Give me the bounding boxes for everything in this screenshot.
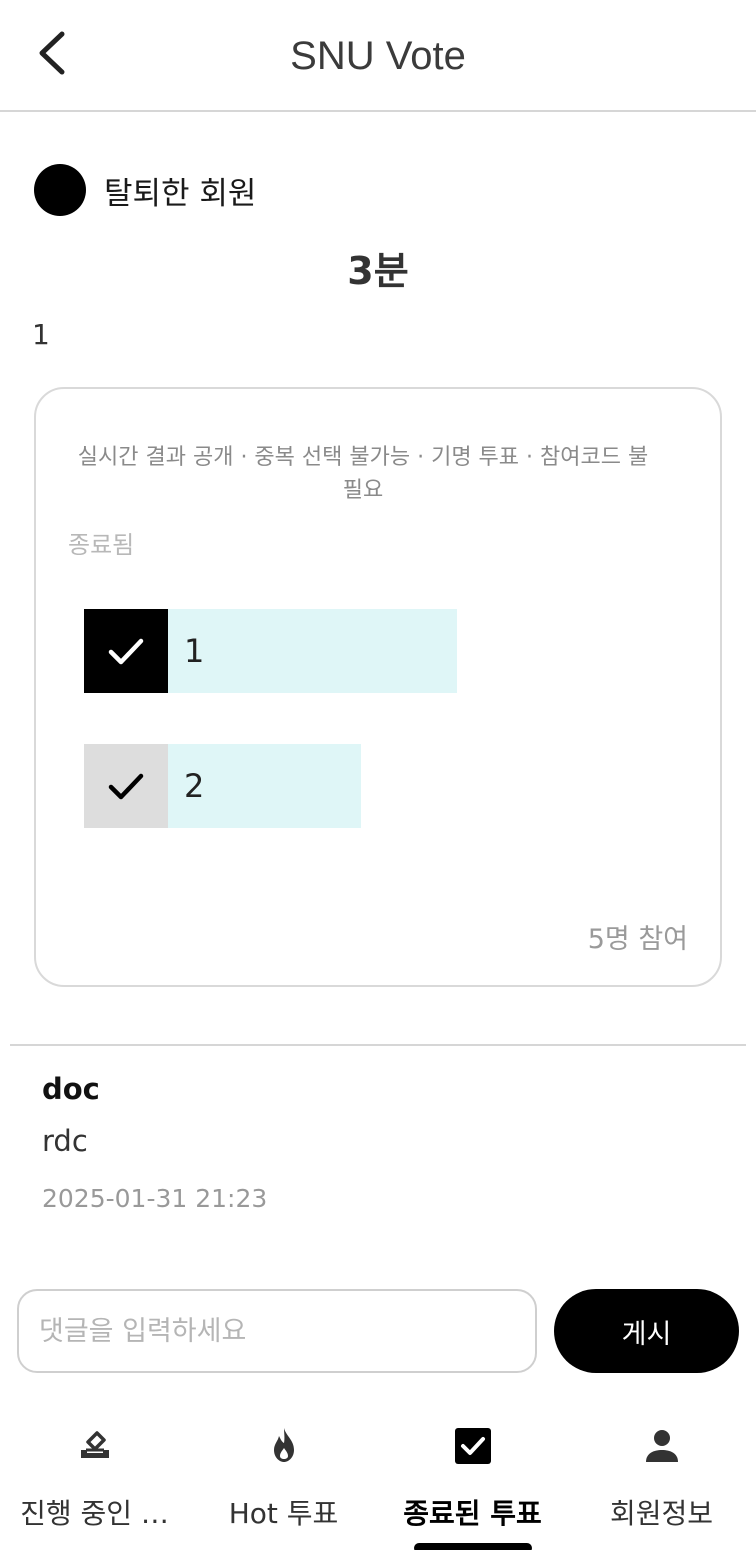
option-check bbox=[84, 609, 168, 693]
comment-text: rdc bbox=[42, 1124, 88, 1158]
poll-title: 3분 bbox=[347, 249, 409, 293]
poll-author: 탈퇴한 회원 bbox=[34, 164, 256, 216]
top-app-bar: SNU Vote bbox=[0, 0, 756, 112]
option-check bbox=[84, 744, 168, 828]
tab-member-info[interactable]: 회원정보 bbox=[567, 1400, 756, 1550]
option-result-bar: 1 bbox=[168, 609, 457, 693]
tab-label: 종료된 투표 bbox=[403, 1497, 542, 1530]
comment-author: doc bbox=[42, 1072, 100, 1106]
tab-label: 회원정보 bbox=[609, 1497, 714, 1530]
ballot-box-icon bbox=[80, 1431, 109, 1458]
comment-input[interactable] bbox=[17, 1289, 537, 1373]
comment-item: doc rdc 2025-01-31 21:23 bbox=[42, 1072, 267, 1213]
app-title: SNU Vote bbox=[290, 34, 466, 78]
tab-label: Hot 투표 bbox=[228, 1497, 339, 1530]
divider bbox=[10, 1044, 746, 1046]
poll-option[interactable]: 1 bbox=[84, 609, 457, 693]
option-label: 2 bbox=[184, 767, 205, 805]
tab-hot-polls[interactable]: Hot 투표 bbox=[189, 1400, 378, 1550]
person-icon bbox=[645, 1430, 678, 1462]
participant-count: 5명 참여 bbox=[587, 924, 688, 955]
option-label: 1 bbox=[184, 632, 205, 670]
flame-icon bbox=[273, 1428, 294, 1462]
bottom-tab-bar: 진행 중인 … Hot 투표 종료된 투표 회원정보 bbox=[0, 1400, 756, 1550]
poll-status: 종료됨 bbox=[68, 531, 135, 559]
author-name: 탈퇴한 회원 bbox=[104, 175, 257, 212]
check-icon bbox=[108, 638, 144, 665]
home-indicator bbox=[414, 1543, 532, 1550]
check-icon bbox=[108, 773, 144, 800]
tab-label: 진행 중인 … bbox=[20, 1497, 169, 1530]
poll-description: 1 bbox=[32, 318, 50, 351]
option-result-bar: 2 bbox=[168, 744, 361, 828]
comment-timestamp: 2025-01-31 21:23 bbox=[42, 1184, 268, 1213]
post-comment-button[interactable]: 게시 bbox=[554, 1289, 739, 1373]
poll-option[interactable]: 2 bbox=[84, 744, 361, 828]
checkbox-icon bbox=[454, 1428, 491, 1464]
poll-card: 실시간 결과 공개 · 중복 선택 불가능 · 기명 투표 · 참여코드 불필요… bbox=[34, 387, 722, 987]
tab-ended-polls[interactable]: 종료된 투표 bbox=[378, 1400, 567, 1550]
poll-settings: 실시간 결과 공개 · 중복 선택 불가능 · 기명 투표 · 참여코드 불필요 bbox=[77, 445, 649, 503]
tab-ongoing-polls[interactable]: 진행 중인 … bbox=[0, 1400, 189, 1550]
avatar bbox=[34, 164, 86, 216]
